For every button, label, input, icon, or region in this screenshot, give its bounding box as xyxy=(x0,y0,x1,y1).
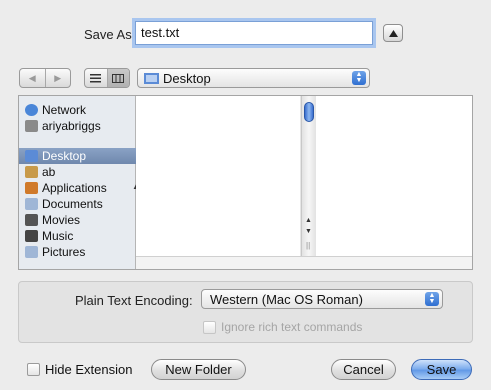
sidebar-item-movies[interactable]: Movies xyxy=(19,212,136,228)
location-popup[interactable]: Desktop ▲ ▼ xyxy=(137,68,370,88)
pictures-icon xyxy=(25,246,38,258)
view-mode-control[interactable] xyxy=(84,68,130,88)
hide-extension-option[interactable]: Hide Extension xyxy=(27,362,132,377)
sidebar-item-label: ab xyxy=(42,165,56,179)
forward-icon[interactable]: ▶ xyxy=(46,69,71,87)
save-button[interactable]: Save xyxy=(411,359,472,380)
sidebar-item-documents[interactable]: Documents xyxy=(19,196,136,212)
encoding-popup[interactable]: Western (Mac OS Roman) ▲ ▼ xyxy=(201,289,443,309)
sidebar-item-label: Movies xyxy=(42,213,81,227)
cancel-button[interactable]: Cancel xyxy=(331,359,396,380)
browser-column[interactable] xyxy=(136,96,301,269)
horizontal-scrollbar[interactable] xyxy=(136,256,472,269)
vertical-scrollbar[interactable]: ▲ ▼ || xyxy=(301,96,316,269)
sidebar: Network ariyabriggs Desktop ab Applications D… xyxy=(19,96,136,269)
back-forward-control[interactable]: ◀ ▶ xyxy=(19,68,71,88)
sidebar-item-music[interactable]: Music xyxy=(19,228,136,244)
column-view-icon[interactable] xyxy=(107,69,129,87)
sidebar-item-desktop[interactable]: Desktop xyxy=(19,148,136,164)
sidebar-item-label: ariyabriggs xyxy=(42,119,101,133)
expand-dialog-button[interactable] xyxy=(383,24,403,42)
triangle-up-icon xyxy=(388,29,398,37)
sidebar-item-ab[interactable]: ab xyxy=(19,164,136,180)
desktop-folder-icon xyxy=(25,150,38,162)
save-as-label: Save As: xyxy=(84,27,136,42)
sidebar-item-label: Music xyxy=(42,229,74,243)
desktop-folder-icon xyxy=(144,73,159,84)
new-folder-button[interactable]: New Folder xyxy=(151,359,246,380)
hard-drive-icon xyxy=(25,120,38,132)
home-icon xyxy=(25,166,38,178)
sidebar-item-applications[interactable]: Applications xyxy=(19,180,136,196)
movies-icon xyxy=(25,214,38,226)
ignore-rich-text-label: Ignore rich text commands xyxy=(221,320,363,334)
hide-extension-label: Hide Extension xyxy=(45,362,133,377)
filename-field[interactable]: test.txt xyxy=(135,21,373,45)
scroll-down-arrow-icon[interactable]: ▼ xyxy=(305,228,312,235)
list-view-icon[interactable] xyxy=(85,69,108,87)
scroll-thumb[interactable] xyxy=(304,102,314,122)
sidebar-item-ariyabriggs[interactable]: ariyabriggs xyxy=(19,118,136,134)
popup-arrows-icon: ▲ ▼ xyxy=(425,292,439,306)
browser-column[interactable] xyxy=(316,96,472,269)
documents-icon xyxy=(25,198,38,210)
back-icon[interactable]: ◀ xyxy=(20,69,46,87)
hide-extension-checkbox[interactable] xyxy=(27,363,40,376)
sidebar-item-label: Desktop xyxy=(42,149,87,163)
location-label: Desktop xyxy=(163,70,211,86)
ignore-rich-text-checkbox xyxy=(203,320,216,334)
music-icon xyxy=(25,230,38,242)
applications-icon xyxy=(25,182,38,194)
ignore-rich-text-option: Ignore rich text commands xyxy=(203,320,362,334)
encoding-value: Western (Mac OS Roman) xyxy=(210,291,363,307)
sidebar-item-label: Network xyxy=(42,103,87,117)
sidebar-item-label: Documents xyxy=(42,197,103,211)
sidebar-item-label: Pictures xyxy=(42,245,86,259)
file-browser: Network ariyabriggs Desktop ab Applications D… xyxy=(18,95,473,270)
encoding-label: Plain Text Encoding: xyxy=(75,293,193,308)
network-icon xyxy=(25,104,38,116)
popup-arrows-icon: ▲ ▼ xyxy=(352,71,366,85)
sidebar-item-label: Applications xyxy=(42,181,107,195)
column-resize-grip-icon[interactable]: || xyxy=(306,241,310,250)
scroll-up-arrow-icon[interactable]: ▲ xyxy=(305,217,312,224)
sidebar-item-network[interactable]: Network xyxy=(19,102,136,118)
sidebar-item-pictures[interactable]: Pictures xyxy=(19,244,136,260)
